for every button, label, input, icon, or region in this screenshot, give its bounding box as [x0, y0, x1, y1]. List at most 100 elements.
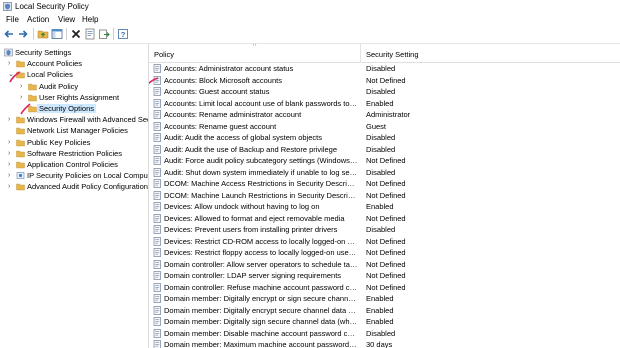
- policy-row[interactable]: Devices: Allow undock without having to …: [149, 201, 620, 213]
- policy-name: Domain controller: Refuse machine accoun…: [164, 282, 358, 292]
- policy-row[interactable]: Audit: Shut down system immediately if u…: [149, 167, 620, 179]
- tree-item-label: Security Settings: [15, 48, 72, 57]
- folder-icon: [16, 150, 25, 157]
- policy-row[interactable]: Accounts: Limit local account use of bla…: [149, 98, 620, 110]
- policy-name: Domain member: Digitally sign secure cha…: [164, 317, 358, 326]
- policy-icon: [153, 282, 161, 292]
- toolbar-separator: [113, 28, 114, 40]
- policy-list-pane: ^ Policy Security Setting Accounts: Admi…: [149, 44, 620, 348]
- policy-setting: Disabled: [366, 133, 396, 142]
- back-icon[interactable]: [3, 28, 15, 40]
- expand-arrow-icon[interactable]: ›: [8, 58, 15, 69]
- expand-arrow-icon[interactable]: ›: [8, 137, 15, 148]
- policy-row[interactable]: Domain member: Digitally encrypt or sign…: [149, 293, 620, 305]
- policy-icon: [153, 179, 161, 188]
- policy-icon: [153, 202, 161, 211]
- policy-setting: Enabled: [366, 305, 394, 315]
- policy-row[interactable]: Domain controller: Allow server operator…: [149, 259, 620, 271]
- policy-row[interactable]: Devices: Restrict CD-ROM access to local…: [149, 236, 620, 248]
- policy-row[interactable]: Domain member: Digitally encrypt secure …: [149, 305, 620, 317]
- policy-icon: [153, 259, 161, 269]
- expand-arrow-icon[interactable]: ›: [8, 159, 15, 170]
- list-header: ^ Policy Security Setting: [149, 44, 620, 63]
- policy-setting: Not Defined: [366, 271, 406, 280]
- help-icon[interactable]: ?: [117, 28, 129, 40]
- policy-setting: Disabled: [366, 144, 396, 154]
- policy-setting: 30 days: [366, 340, 393, 348]
- tree-item-label: Application Control Policies: [27, 160, 118, 169]
- expand-arrow-icon[interactable]: ›: [8, 148, 15, 159]
- sort-arrow-icon: ^: [253, 44, 257, 50]
- security-policy-app-icon: [3, 2, 12, 11]
- menu-view[interactable]: View: [58, 15, 75, 24]
- toolbar: ?: [0, 25, 620, 44]
- policy-row[interactable]: Devices: Restrict floppy access to local…: [149, 247, 620, 259]
- policy-icon: [153, 167, 161, 177]
- policy-row[interactable]: Domain controller: Refuse machine accoun…: [149, 282, 620, 294]
- annotation-mark: [9, 71, 21, 83]
- policy-row[interactable]: Accounts: Block Microsoft accounts Not De…: [149, 75, 620, 87]
- console-tree[interactable]: Security Settings › Account Policies ⌄ Local…: [0, 44, 149, 348]
- policy-row[interactable]: Domain member: Digitally sign secure cha…: [149, 316, 620, 328]
- policy-name: Devices: Allowed to format and eject rem…: [164, 213, 345, 223]
- menu-action[interactable]: Action: [27, 15, 49, 24]
- policy-row[interactable]: Audit: Audit the use of Backup and Resto…: [149, 144, 620, 156]
- security-settings-icon: [4, 48, 13, 57]
- expand-arrow-icon[interactable]: ›: [8, 181, 15, 192]
- policy-setting: Guest: [366, 121, 387, 131]
- policy-row[interactable]: Domain member: Disable machine account p…: [149, 328, 620, 340]
- svg-text:?: ?: [121, 30, 126, 39]
- policy-setting: Disabled: [366, 167, 396, 177]
- policy-icon: [153, 110, 161, 119]
- folder-icon: [16, 184, 25, 191]
- column-header-security-setting[interactable]: Security Setting: [366, 50, 419, 59]
- policy-setting: Not Defined: [366, 259, 406, 269]
- policy-row[interactable]: Accounts: Administrator account status Di…: [149, 63, 620, 75]
- policy-row[interactable]: Devices: Prevent users from installing p…: [149, 224, 620, 236]
- export-list-icon[interactable]: [98, 28, 110, 40]
- policy-row[interactable]: Accounts: Rename administrator account Ad…: [149, 109, 620, 121]
- policy-icon: [153, 236, 161, 246]
- expand-arrow-icon[interactable]: ›: [8, 170, 15, 181]
- policy-row[interactable]: Accounts: Rename guest account Guest: [149, 121, 620, 133]
- policy-icon: [153, 225, 161, 234]
- policy-icon: [153, 305, 161, 315]
- policy-name: Audit: Force audit policy subcategory se…: [164, 156, 358, 165]
- policy-row[interactable]: Accounts: Guest account status Disabled: [149, 86, 620, 98]
- tree-item-label: Audit Policy: [39, 81, 79, 91]
- tree-item-label: Software Restriction Policies: [27, 148, 123, 158]
- no-expander: [8, 125, 15, 136]
- policy-icon: [153, 190, 161, 200]
- policy-row[interactable]: Devices: Allowed to format and eject rem…: [149, 213, 620, 225]
- up-folder-icon[interactable]: [37, 28, 49, 40]
- policy-setting: Enabled: [366, 98, 394, 108]
- policy-name: Domain member: Maximum machine account p…: [164, 340, 358, 348]
- ip-security-icon: [16, 172, 25, 179]
- policy-row[interactable]: Domain member: Maximum machine account p…: [149, 339, 620, 348]
- policy-row[interactable]: Audit: Audit the access of global system…: [149, 132, 620, 144]
- properties-icon[interactable]: [84, 28, 96, 40]
- column-header-policy[interactable]: Policy: [154, 50, 174, 59]
- menu-bar: File Action View Help: [0, 13, 620, 25]
- policy-setting: Disabled: [366, 87, 396, 96]
- policy-row[interactable]: DCOM: Machine Launch Restrictions in Sec…: [149, 190, 620, 202]
- folder-icon: [16, 128, 25, 135]
- show-hide-tree-icon[interactable]: [51, 28, 63, 40]
- folder-icon: [16, 161, 25, 169]
- tree-item-label: Local Policies: [27, 70, 73, 80]
- policy-icon: [153, 87, 161, 96]
- window-title: Local Security Policy: [15, 2, 89, 11]
- policy-row[interactable]: Domain controller: LDAP server signing r…: [149, 270, 620, 282]
- policy-setting: Administrator: [366, 110, 411, 119]
- expand-arrow-icon[interactable]: ›: [8, 114, 15, 125]
- tree-item-label: User Rights Assignment: [39, 92, 120, 102]
- column-divider[interactable]: [360, 44, 361, 62]
- forward-icon[interactable]: [17, 28, 29, 40]
- policy-row[interactable]: DCOM: Machine Access Restrictions in Sec…: [149, 178, 620, 190]
- folder-icon: [28, 94, 37, 101]
- delete-icon[interactable]: [70, 28, 82, 40]
- menu-file[interactable]: File: [6, 15, 19, 24]
- toolbar-separator: [33, 28, 34, 40]
- menu-help[interactable]: Help: [82, 15, 98, 24]
- policy-row[interactable]: Audit: Force audit policy subcategory se…: [149, 155, 620, 167]
